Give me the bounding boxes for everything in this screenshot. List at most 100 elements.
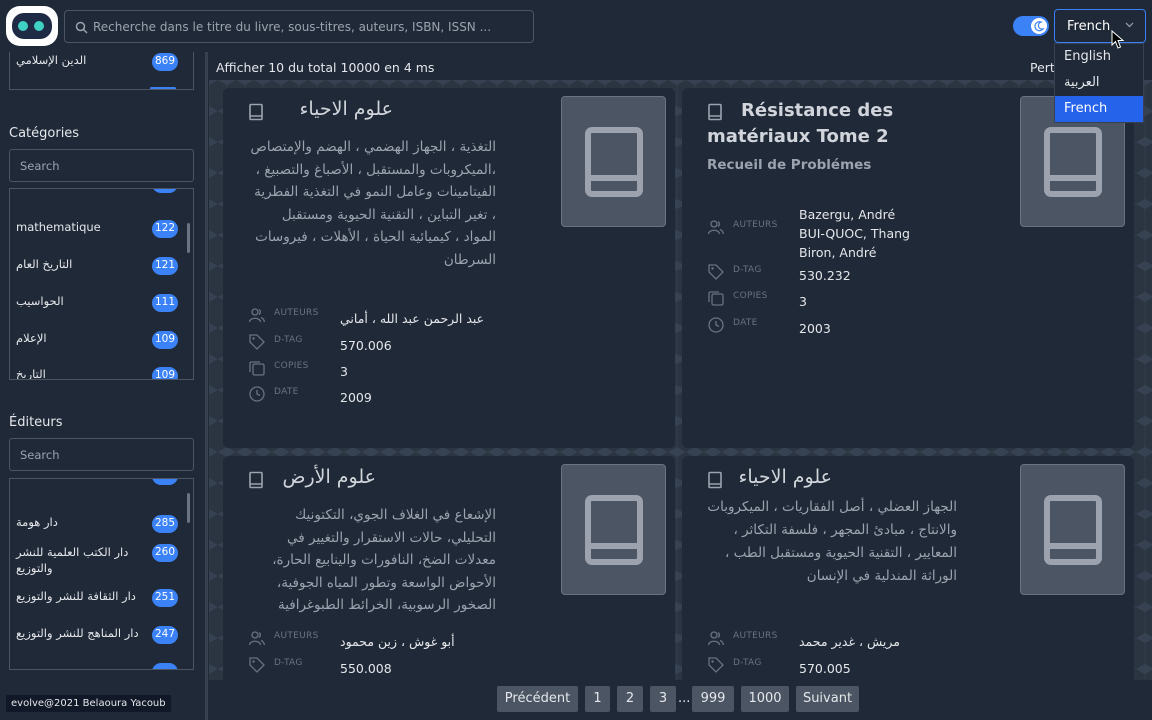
copies-label: COPIES <box>733 291 768 301</box>
language-select[interactable]: French <box>1054 9 1146 43</box>
count-badge-partial <box>152 479 178 485</box>
book-cover[interactable] <box>561 464 666 595</box>
copies-row: COPIES 3 <box>248 359 648 381</box>
category-item[interactable]: mathematique 122 <box>16 220 178 238</box>
copies-icon <box>707 289 725 311</box>
book-description: الإشعاع في الغلاف الجوي، التكتونيك التحل… <box>272 507 496 613</box>
language-option-english[interactable]: English <box>1055 44 1143 70</box>
book-icon <box>707 471 723 493</box>
count-badge: 260 <box>152 544 178 562</box>
categories-scrollbar[interactable] <box>187 223 190 253</box>
book-card[interactable]: علوم الأرض الإشعاع في الغلاف الجوي، التك… <box>223 456 675 680</box>
sidebar-divider[interactable] <box>205 52 208 720</box>
authors-value[interactable]: مريش ، غدير محمد <box>799 632 900 651</box>
copies-row: COPIES 3 <box>707 289 1107 311</box>
category-label: الحواسيب <box>16 294 64 308</box>
logo-eye-right <box>34 21 44 31</box>
page-button[interactable]: 1 <box>585 686 610 712</box>
book-title[interactable]: علوم الأرض <box>273 466 376 488</box>
page-button[interactable]: 3 <box>650 686 676 712</box>
count-badge: 285 <box>152 515 178 533</box>
editor-label: دار هومة <box>16 515 58 529</box>
list-item-partial <box>16 189 178 193</box>
authors-row: AUTEURS مريش ، غدير محمد <box>707 629 1107 651</box>
copies-label: COPIES <box>274 361 309 371</box>
pagination-ellipsis: ... <box>678 691 691 706</box>
users-icon <box>248 306 266 328</box>
global-search <box>64 10 534 43</box>
prev-page-button[interactable]: Précédent <box>497 686 578 712</box>
book-icon <box>248 471 264 493</box>
author-link[interactable]: BUI-QUOC, Thang <box>799 224 910 243</box>
authors-value[interactable]: عبد الرحمن عبد الله ، أماني <box>340 309 484 328</box>
pagination: Précédent 1 2 3 ... 999 1000 Suivant <box>0 686 1152 716</box>
authors-label: AUTEURS <box>733 220 778 230</box>
count-badge: 121 <box>152 257 178 275</box>
book-title[interactable]: Résistance des matériaux Tome 2 <box>707 98 937 150</box>
count-badge-partial <box>150 87 176 89</box>
clock-icon <box>707 316 725 338</box>
global-search-input[interactable] <box>93 11 523 42</box>
list-item-partial <box>16 663 178 669</box>
editors-scrollbar[interactable] <box>187 493 190 523</box>
copies-value: 3 <box>340 364 348 379</box>
page-button[interactable]: 1000 <box>741 686 789 712</box>
chevron-down-icon <box>1124 19 1135 34</box>
next-page-button[interactable]: Suivant <box>796 686 859 712</box>
dtag-value: 550.008 <box>340 661 392 676</box>
page-button[interactable]: 2 <box>617 686 643 712</box>
category-label: mathematique <box>16 220 101 234</box>
author-link[interactable]: Biron, André <box>799 243 910 262</box>
authors-row: AUTEURS عبد الرحمن عبد الله ، أماني <box>248 306 648 328</box>
dtag-value: 530.232 <box>799 268 851 283</box>
copies-icon <box>248 359 266 381</box>
editor-label: دار المناهج للنشر والتوزيع <box>16 626 139 640</box>
users-icon <box>707 629 725 651</box>
author-link[interactable]: Bazergu, André <box>799 205 910 224</box>
book-title[interactable]: علوم الاحياء <box>273 98 393 120</box>
book-card[interactable]: علوم الاحياء التغذية ، الجهاز الهضمي ، ا… <box>223 88 675 448</box>
language-select-value: French <box>1067 19 1111 34</box>
editor-count-wrap: 260 <box>16 544 178 562</box>
moon-icon <box>1034 21 1045 32</box>
book-cover[interactable] <box>561 96 666 227</box>
date-label: DATE <box>733 318 758 328</box>
categories-search-input[interactable] <box>10 150 193 181</box>
authors-label: AUTEURS <box>274 631 319 641</box>
dark-mode-toggle[interactable] <box>1013 16 1049 36</box>
book-cover[interactable] <box>1020 464 1125 595</box>
book-card[interactable]: Résistance des matériaux Tome 2 Recueil … <box>682 88 1134 448</box>
language-option-arabic[interactable]: العربية <box>1055 70 1143 96</box>
authors-value[interactable]: أبو غوش ، زين محمود <box>340 632 455 651</box>
count-badge: 251 <box>152 589 178 607</box>
mouse-cursor-icon <box>1111 29 1125 54</box>
editor-item[interactable]: دار المناهج للنشر والتوزيع 247 <box>16 626 178 644</box>
app-logo[interactable] <box>6 6 58 46</box>
editors-search-input[interactable] <box>10 439 193 470</box>
category-item[interactable]: التاريخ 109 <box>16 367 178 379</box>
book-title[interactable]: علوم الاحياء <box>732 466 832 488</box>
category-item[interactable]: الحواسيب 111 <box>16 294 178 312</box>
book-description: الجهاز العضلي ، أصل الفقاريات ، الميكروب… <box>707 499 957 584</box>
category-item[interactable]: الإعلام 109 <box>16 331 178 349</box>
count-badge: 247 <box>152 626 178 644</box>
toggle-knob <box>1031 18 1047 34</box>
date-label: DATE <box>274 387 299 397</box>
book-card[interactable]: علوم الاحياء الجهاز العضلي ، أصل الفقاري… <box>682 456 1134 680</box>
copies-value: 3 <box>799 294 807 309</box>
dtag-row: D-TAG 570.005 <box>707 656 1107 678</box>
results-grid: علوم الاحياء التغذية ، الجهاز الهضمي ، ا… <box>209 80 1152 680</box>
editor-item[interactable]: دار هومة 285 <box>16 515 178 533</box>
language-option-french[interactable]: French <box>1055 96 1143 122</box>
category-label: التاريخ العام <box>16 257 73 271</box>
dtag-label: D-TAG <box>274 658 303 668</box>
category-item[interactable]: التاريخ العام 121 <box>16 257 178 275</box>
dtag-value: 570.006 <box>340 338 392 353</box>
page-button[interactable]: 999 <box>692 686 734 712</box>
category-label: الإعلام <box>16 331 47 345</box>
list-item[interactable]: الدين الإسلامي 869 <box>16 53 178 71</box>
categories-search <box>9 149 194 182</box>
authors-label: AUTEURS <box>733 631 778 641</box>
editor-item[interactable]: دار الثقافة للنشر والتوزيع 251 <box>16 589 178 607</box>
sort-select-partial[interactable]: Pert <box>1030 60 1055 75</box>
